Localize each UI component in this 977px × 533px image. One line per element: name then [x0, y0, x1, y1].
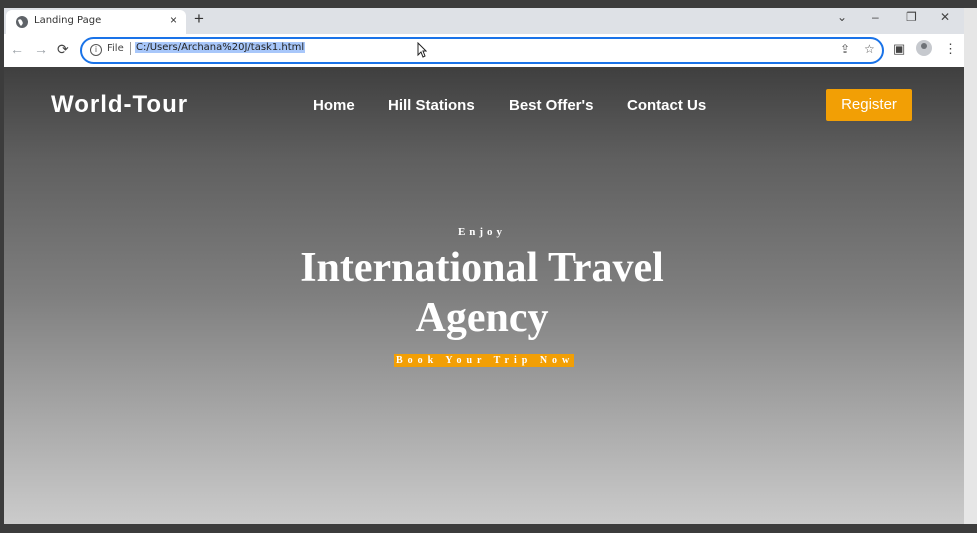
scheme-label: File — [107, 43, 124, 54]
tab-close-icon[interactable]: × — [170, 13, 177, 27]
bookmark-star-icon[interactable]: ☆ — [864, 42, 875, 56]
site-logo[interactable]: World-Tour — [51, 91, 188, 119]
hero-title: International Travel Agency — [300, 245, 664, 341]
globe-icon — [16, 16, 28, 28]
profile-avatar-icon[interactable] — [916, 40, 932, 56]
nav-link-hill-stations[interactable]: Hill Stations — [388, 97, 475, 114]
tab-search-icon[interactable]: ⌄ — [837, 10, 847, 24]
book-trip-button[interactable]: Book Your Trip Now — [394, 354, 575, 367]
scheme-divider — [130, 42, 131, 55]
hero-eyebrow: Enjoy — [457, 226, 507, 238]
tab-landing-page[interactable]: Landing Page × — [6, 10, 186, 34]
browser-window: Landing Page × + ⌄ – ❐ ✕ ← → ⟳ i File C:… — [4, 8, 964, 524]
minimize-icon[interactable]: – — [872, 10, 879, 24]
info-icon[interactable]: i — [90, 44, 102, 56]
new-tab-button[interactable]: + — [194, 9, 204, 29]
back-icon[interactable]: ← — [10, 41, 24, 57]
nav-link-home[interactable]: Home — [313, 97, 355, 114]
reload-icon[interactable]: ⟳ — [57, 41, 69, 58]
register-button[interactable]: Register — [826, 89, 912, 121]
browser-toolbar: ← → ⟳ i File C:/Users/Archana%20J/task1.… — [4, 34, 964, 67]
mouse-cursor-icon — [417, 42, 427, 58]
forward-icon[interactable]: → — [34, 41, 48, 57]
url-text[interactable]: C:/Users/Archana%20J/task1.html — [135, 42, 306, 53]
tab-strip: Landing Page × + ⌄ – ❐ ✕ — [4, 8, 964, 34]
nav-link-best-offers[interactable]: Best Offer's — [509, 97, 593, 114]
menu-icon[interactable]: ⋮ — [944, 41, 957, 57]
nav-link-contact-us[interactable]: Contact Us — [627, 97, 706, 114]
side-panel-icon[interactable]: ▣ — [893, 41, 905, 57]
address-bar[interactable]: i File C:/Users/Archana%20J/task1.html ⇪… — [80, 37, 884, 64]
page-viewport: World-Tour Home Hill Stations Best Offer… — [4, 67, 964, 524]
window-scrollbar[interactable] — [964, 8, 977, 524]
restore-icon[interactable]: ❐ — [906, 10, 917, 24]
tab-title: Landing Page — [34, 15, 102, 26]
close-window-icon[interactable]: ✕ — [940, 10, 950, 24]
share-icon[interactable]: ⇪ — [840, 42, 850, 56]
